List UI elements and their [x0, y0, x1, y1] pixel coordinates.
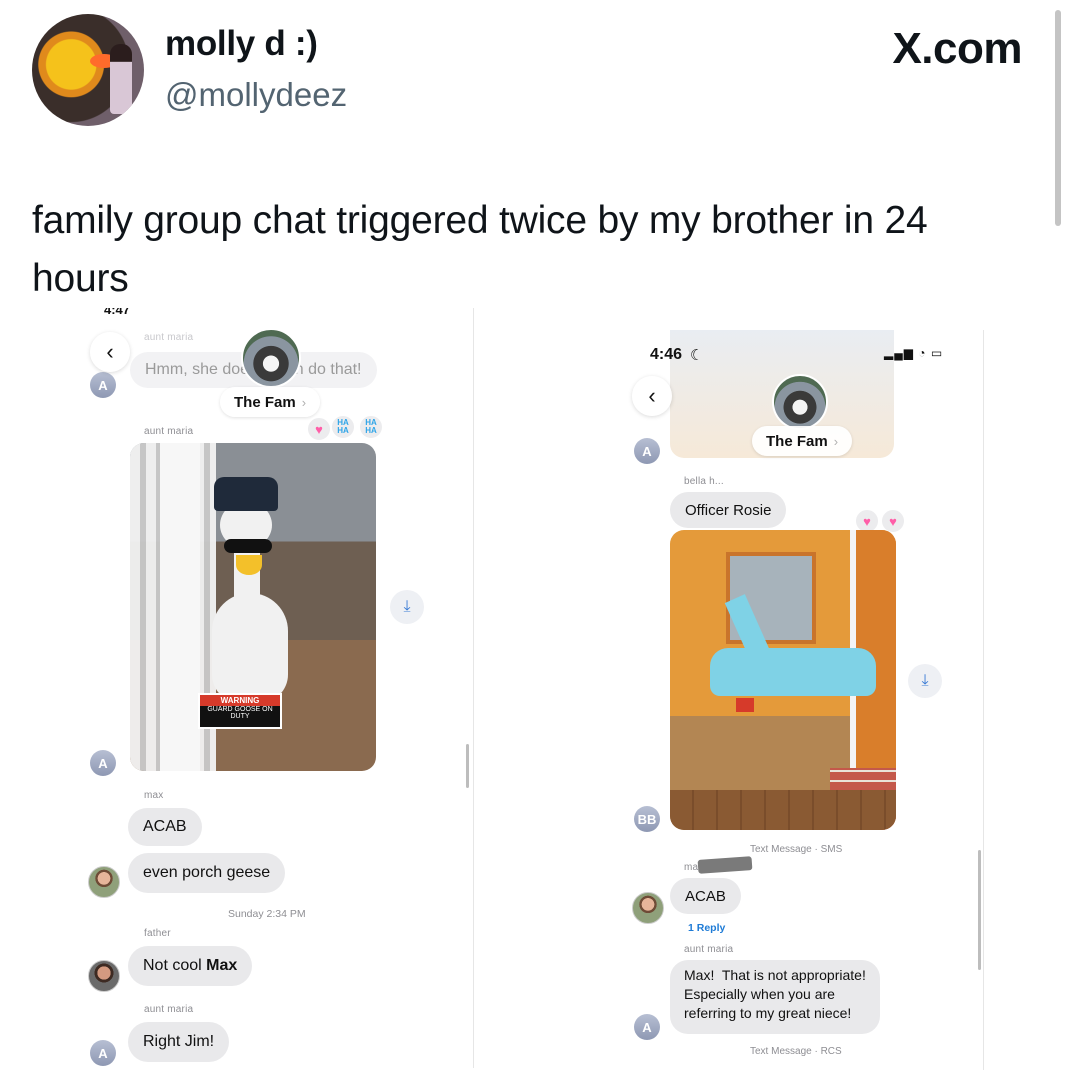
message-line: Especially when you are — [684, 986, 835, 1002]
moon-icon: ☾ — [690, 347, 704, 364]
group-name-pill[interactable]: The Fam › — [220, 387, 321, 417]
message-bubble[interactable]: Max! That is not appropriate! Especially… — [670, 960, 880, 1034]
redaction-mark — [697, 856, 753, 874]
contact-avatar-photo[interactable] — [88, 866, 120, 898]
screenshot-left: 4:47 aunt maria Hmm, she doesn't can do … — [72, 308, 474, 1068]
message-bubble[interactable]: Not cool Max — [128, 946, 253, 986]
contact-avatar-a[interactable]: A — [90, 750, 116, 776]
back-button[interactable]: ‹ — [632, 376, 672, 416]
haha-reaction-icon[interactable]: HA HA — [358, 414, 384, 440]
message-bubble[interactable]: ACAB — [670, 878, 741, 914]
sunglasses — [224, 539, 272, 553]
person-figure-shape — [110, 44, 132, 114]
goose-beak — [236, 555, 262, 575]
contact-avatar-bb[interactable]: BB — [634, 806, 660, 832]
sign-warning-text: WARNING — [200, 695, 280, 706]
message-bubble[interactable]: Officer Rosie — [670, 492, 787, 528]
message-sender-label: ma — [684, 862, 699, 873]
photo-sender-label: aunt maria — [144, 426, 194, 437]
message-line: Max! That is not appropriate! — [684, 967, 866, 983]
screenshot-right: 4:46 ☾ ▂▄▆ ◔ ▭ ‹ The Fam › A bella h... … — [618, 330, 984, 1070]
warning-sign: WARNING GUARD GOOSE ON DUTY — [198, 693, 282, 729]
police-hat — [214, 477, 278, 511]
message-text-bold: Max — [206, 957, 238, 974]
timestamp: Sunday 2:34 PM — [228, 908, 306, 920]
save-download-icon[interactable]: ⤓ — [390, 590, 424, 624]
heart-reaction-icon[interactable]: ♥ — [306, 416, 332, 442]
message-bubble[interactable]: Right Jim! — [128, 1022, 230, 1062]
message-sender-label: aunt maria — [684, 944, 734, 955]
contact-avatar-a[interactable]: A — [634, 438, 660, 464]
profile-avatar[interactable] — [32, 14, 144, 126]
contact-avatar-a[interactable]: A — [90, 1040, 116, 1066]
contact-avatar-photo[interactable] — [632, 892, 664, 924]
message-sender-label: max — [144, 790, 164, 801]
group-name: The Fam — [234, 393, 296, 411]
group-name-pill[interactable]: The Fam › — [752, 426, 853, 456]
haha-reaction-icon[interactable]: HA HA — [330, 414, 356, 440]
group-photo[interactable] — [241, 328, 301, 388]
user-handle[interactable]: @mollydeez — [165, 76, 347, 114]
save-download-icon[interactable]: ⤓ — [908, 664, 942, 698]
rcs-label: Text Message · RCS — [750, 1046, 842, 1057]
tweet-text: family group chat triggered twice by my … — [32, 199, 928, 300]
porch-post — [160, 443, 200, 771]
x-brand-logo: X.com — [892, 24, 1022, 73]
signal-wifi-battery-icon: ▂▄▆ ◔ ▭ — [884, 346, 944, 360]
toy-car-photo[interactable] — [670, 530, 896, 830]
goose-photo[interactable]: WARNING GUARD GOOSE ON DUTY — [130, 443, 376, 771]
group-photo[interactable] — [772, 374, 828, 430]
status-time: 4:46 — [650, 346, 683, 363]
sms-label: Text Message · SMS — [750, 844, 843, 855]
contact-avatar-a[interactable]: A — [634, 1014, 660, 1040]
page-scrollbar[interactable] — [1055, 10, 1061, 226]
faded-sender-label: aunt maria — [144, 332, 194, 343]
tweet-header: molly d :) @mollydeez X.com family group… — [0, 0, 1080, 300]
message-bubble[interactable]: even porch geese — [128, 853, 286, 893]
display-name[interactable]: molly d :) — [165, 24, 318, 64]
message-sender-label: father — [144, 928, 171, 939]
contact-avatar-photo[interactable] — [88, 960, 120, 992]
sign-body-text: GUARD GOOSE ON DUTY — [207, 706, 273, 720]
chat-scrollbar[interactable] — [466, 744, 469, 788]
back-button[interactable]: ‹ — [90, 332, 130, 372]
contact-avatar-a[interactable]: A — [90, 372, 116, 398]
message-sender-label: aunt maria — [144, 1004, 194, 1015]
status-time: 4:47 — [104, 308, 131, 317]
chevron-right-icon: › — [833, 433, 839, 449]
car-jack — [736, 698, 754, 712]
message-bubble[interactable]: ACAB — [128, 808, 202, 846]
chat-scrollbar[interactable] — [978, 850, 981, 970]
reply-thread-link[interactable]: 1 Reply — [688, 922, 725, 934]
wood-floor — [670, 790, 896, 830]
message-sender-label: bella h... — [684, 476, 724, 487]
message-line: referring to my great niece! — [684, 1005, 852, 1021]
toy-car — [710, 648, 876, 696]
message-text: Not cool — [143, 957, 207, 974]
chevron-right-icon: › — [301, 394, 307, 410]
group-name: The Fam — [766, 432, 828, 450]
